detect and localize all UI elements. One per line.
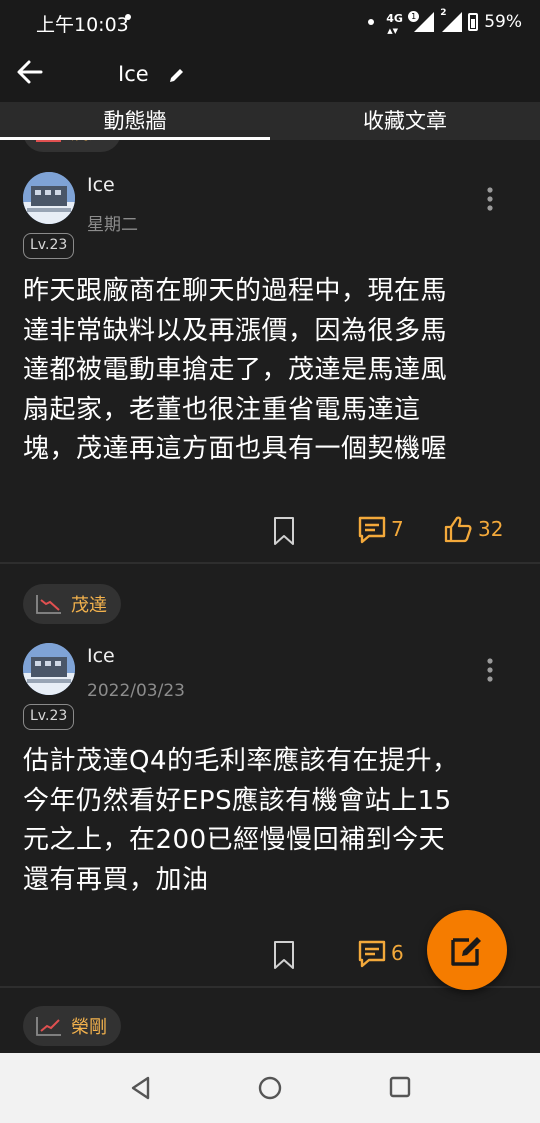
compose-post-button[interactable] — [427, 910, 507, 990]
avatar[interactable] — [23, 643, 75, 695]
notification-dot-icon — [368, 19, 375, 25]
post-actions: 7 32 — [0, 514, 540, 550]
nav-home-icon[interactable] — [257, 1075, 283, 1101]
notification-dot-icon — [125, 14, 131, 20]
post-divider — [0, 562, 540, 564]
nav-back-icon[interactable] — [128, 1075, 154, 1101]
bookmark-icon[interactable] — [272, 940, 296, 970]
stock-trend-up-icon — [36, 1017, 61, 1036]
app-header: Ice — [0, 46, 540, 102]
stock-tag[interactable]: 榮剛 — [23, 1006, 121, 1046]
comment-icon[interactable] — [357, 515, 387, 545]
comment-count: 6 — [391, 941, 404, 965]
pencil-icon[interactable] — [168, 66, 186, 84]
arrow-left-icon[interactable] — [14, 56, 46, 88]
more-vertical-icon[interactable] — [484, 657, 496, 683]
tab-saved-articles[interactable]: 收藏文章 — [270, 102, 540, 140]
post-body[interactable]: 昨天跟廠商在聊天的過程中，現在馬 達非常缺料以及再漲價，因為很多馬 達都被電動車… — [23, 272, 513, 470]
tab-bar: 動態牆 收藏文章 — [0, 102, 540, 140]
stock-tag[interactable]: 茂達 — [23, 584, 121, 624]
status-bar: 上午10:03 4G 1 ▲▼ 2 59% — [0, 0, 540, 46]
avatar[interactable] — [23, 172, 75, 224]
comment-icon[interactable] — [357, 939, 387, 969]
mobile-data-icon: 4G 1 ▲▼ — [386, 11, 420, 35]
app-screen: 上午10:03 4G 1 ▲▼ 2 59% Ice 動態牆 收藏文章 Ice 星… — [0, 0, 540, 1123]
stock-tag[interactable]: 茂達 — [23, 140, 121, 152]
nav-recent-apps-icon[interactable] — [388, 1075, 412, 1099]
page-title: Ice — [118, 62, 149, 86]
bookmark-icon[interactable] — [272, 516, 296, 546]
comment-count: 7 — [391, 517, 404, 541]
more-vertical-icon[interactable] — [484, 186, 496, 212]
level-badge: Lv.23 — [23, 704, 75, 730]
post-body[interactable]: 估計茂達Q4的毛利率應該有在提升， 今年仍然看好EPS應該有機會站上15 元之上… — [23, 742, 513, 900]
tab-activity-wall[interactable]: 動態牆 — [0, 102, 270, 140]
system-nav-bar — [0, 1053, 540, 1123]
thumbs-up-icon[interactable] — [444, 515, 472, 543]
status-icons: 4G 1 ▲▼ 2 59% — [368, 8, 522, 35]
author-name[interactable]: Ice — [87, 174, 115, 196]
edit-note-icon — [451, 937, 481, 966]
post-date: 星期二 — [87, 215, 138, 235]
battery-percentage: 59% — [484, 12, 522, 32]
stock-trend-icon — [36, 140, 61, 142]
battery-icon — [468, 13, 479, 31]
status-time: 上午10:03 — [36, 14, 129, 36]
author-name[interactable]: Ice — [87, 645, 115, 667]
level-badge: Lv.23 — [23, 233, 75, 259]
like-count: 32 — [478, 517, 504, 541]
post-date: 2022/03/23 — [87, 681, 185, 701]
stock-trend-down-icon — [36, 595, 61, 614]
signal-sim2-icon: 2 — [440, 8, 463, 32]
